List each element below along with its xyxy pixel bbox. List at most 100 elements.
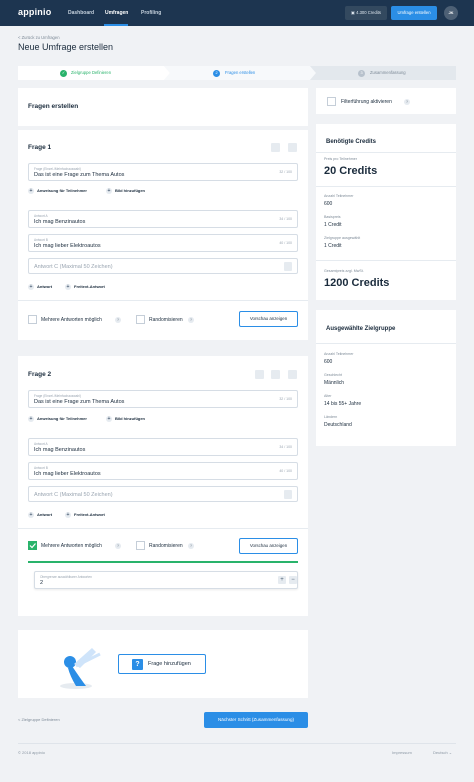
image-label: Bild hinzufügen <box>115 416 145 422</box>
step-1-label[interactable]: Zielgruppe Definieren <box>71 66 111 80</box>
question-2-answer-a[interactable]: Antwort A Ich mag Benzinautos 34 / 100 <box>28 438 298 456</box>
answer-b-count: 40 / 100 <box>279 469 292 473</box>
language-select[interactable]: Deutsch ⌄ <box>433 750 452 755</box>
trash-icon[interactable] <box>288 143 297 152</box>
question-2-randomize-checkbox[interactable] <box>136 541 145 550</box>
question-1-char-count: 32 / 100 <box>279 170 292 174</box>
plus-icon: + <box>106 416 112 422</box>
age-value: 14 bis 55+ Jahre <box>324 401 362 407</box>
question-1-add-free-text-button[interactable]: + Freitext-Antwort <box>65 284 105 290</box>
question-1-answer-b[interactable]: Antwort B Ich mag lieber Elektroautos 40… <box>28 234 298 252</box>
step-2-label: Fragen erstellen <box>225 70 256 75</box>
sort-icon[interactable] <box>255 370 264 379</box>
step-3-label: Zusammenfassung <box>370 70 406 75</box>
add-answer-label: Antwort <box>37 284 53 290</box>
question-2-input-value: Das ist eine Frage zum Thema Autos <box>34 399 125 405</box>
nav-dashboard[interactable]: Dashboard <box>68 10 94 16</box>
question-1-input[interactable]: Frage (Einzel-/Mehrfachauswahl) Das ist … <box>28 163 298 181</box>
check-icon <box>29 543 36 549</box>
image-label: Bild hinzufügen <box>115 188 145 194</box>
divider <box>316 186 456 187</box>
max-answers-label: Obergrenze auswählbarer Antworten <box>40 575 92 579</box>
help-icon[interactable]: ? <box>115 543 121 549</box>
question-2-input[interactable]: Frage (Einzel-/Mehrfachauswahl) Das ist … <box>28 390 298 408</box>
country-label: Ländern <box>324 415 338 419</box>
answer-b-count: 40 / 100 <box>279 241 292 245</box>
avatar[interactable]: JK <box>444 6 458 20</box>
question-1-answer-c[interactable]: Antwort C (Maximal 50 Zeichen) <box>28 258 298 274</box>
question-2-preview-button[interactable]: Vorschau anzeigen <box>239 538 298 554</box>
question-1-title: Frage 1 <box>28 144 52 151</box>
next-step-button[interactable]: Nächster Schritt (Zusammenfassung) <box>204 712 308 728</box>
add-question-label: Frage hinzufügen <box>148 661 191 667</box>
question-1-add-answer-button[interactable]: + Antwort <box>28 284 52 290</box>
divider <box>316 343 456 344</box>
question-2-randomize-label: Randomisieren <box>149 543 183 549</box>
question-2-answer-b[interactable]: Antwort B Ich mag lieber Elektroautos 40… <box>28 462 298 480</box>
help-icon[interactable]: ? <box>188 543 194 549</box>
question-1-preview-button[interactable]: Vorschau anzeigen <box>239 311 298 327</box>
question-2-input-label: Frage (Einzel-/Mehrfachauswahl) <box>34 394 81 398</box>
active-option-bar <box>28 561 298 563</box>
create-survey-button[interactable]: Umfrage erstellen <box>391 6 437 20</box>
question-1-instruction-button[interactable]: + Anweisung für Teilnehmer <box>28 188 87 194</box>
copy-icon[interactable] <box>271 370 280 379</box>
add-question-button[interactable]: ? Frage hinzufügen <box>118 654 206 674</box>
divider <box>18 528 308 529</box>
plus-icon: + <box>65 512 71 518</box>
question-1-answer-a[interactable]: Antwort A Ich mag Benzinautos 34 / 100 <box>28 210 298 228</box>
trash-icon[interactable] <box>284 490 292 499</box>
filter-checkbox[interactable] <box>327 97 336 106</box>
question-1-randomize-checkbox[interactable] <box>136 315 145 324</box>
question-2-answer-c[interactable]: Antwort C (Maximal 50 Zeichen) <box>28 486 298 502</box>
plus-icon: + <box>28 188 34 194</box>
help-icon[interactable]: ? <box>188 317 194 323</box>
question-2-max-answers-input[interactable]: Obergrenze auswählbarer Antworten 2 + − <box>34 571 298 589</box>
question-2-title: Frage 2 <box>28 371 52 378</box>
increment-button[interactable]: + <box>278 576 286 584</box>
imprint-link[interactable]: Impressum <box>392 750 412 755</box>
copyright: © 2018 appinio <box>18 750 45 755</box>
copy-icon[interactable] <box>271 143 280 152</box>
nav-active-underline <box>104 24 128 26</box>
filter-card: Filterführung aktivieren ? <box>316 88 456 114</box>
help-icon[interactable]: ? <box>115 317 121 323</box>
question-2-add-answer-button[interactable]: + Antwort <box>28 512 52 518</box>
divider <box>316 152 456 153</box>
back-to-surveys-link[interactable]: < Zurück zu Umfragen <box>18 35 60 40</box>
question-1-input-value: Das ist eine Frage zum Thema Autos <box>34 172 125 178</box>
country-value: Deutschland <box>324 422 352 428</box>
question-1-image-button[interactable]: + Bild hinzufügen <box>106 188 145 194</box>
plus-icon: + <box>106 188 112 194</box>
answer-a-count: 34 / 100 <box>279 445 292 449</box>
target-group-label: Zielgruppe ausgewählt <box>324 236 361 240</box>
question-1-multi-checkbox[interactable] <box>28 315 37 324</box>
back-step-link[interactable]: < Zielgruppe Definieren <box>18 717 60 722</box>
credits-button[interactable]: ▣ 4.300 Credits <box>345 6 387 20</box>
participants-label: Anzahl Teilnehmer <box>324 194 354 198</box>
answer-b-value: Ich mag lieber Elektroautos <box>34 243 101 249</box>
decrement-button[interactable]: − <box>289 576 297 584</box>
question-2-add-free-text-button[interactable]: + Freitext-Antwort <box>65 512 105 518</box>
help-icon[interactable]: ? <box>404 99 410 105</box>
step-2-number: 2 <box>213 69 220 77</box>
answer-a-value: Ich mag Benzinautos <box>34 447 86 453</box>
tg-participants-value: 600 <box>324 359 333 365</box>
answer-b-label: Antwort B <box>34 238 48 242</box>
question-2-char-count: 32 / 100 <box>279 397 292 401</box>
progress-stepper: ✓ Zielgruppe Definieren 2 Fragen erstell… <box>18 66 456 80</box>
appinio-logo[interactable]: appinio <box>18 7 51 17</box>
free-text-label: Freitext-Antwort <box>74 512 105 518</box>
plus-icon: + <box>65 284 71 290</box>
question-2-multi-checkbox[interactable] <box>28 541 37 550</box>
trash-icon[interactable] <box>284 262 292 271</box>
question-2-image-button[interactable]: + Bild hinzufügen <box>106 416 145 422</box>
answer-a-label: Antwort A <box>34 442 48 446</box>
nav-umfragen[interactable]: Umfragen <box>105 10 128 16</box>
gender-value: Männlich <box>324 380 345 386</box>
question-2-instruction-button[interactable]: + Anweisung für Teilnehmer <box>28 416 87 422</box>
tg-participants-label: Anzahl Teilnehmer <box>324 352 354 356</box>
nav-profiling[interactable]: Profiling <box>141 10 161 16</box>
trash-icon[interactable] <box>288 370 297 379</box>
add-answer-label: Antwort <box>37 512 53 518</box>
